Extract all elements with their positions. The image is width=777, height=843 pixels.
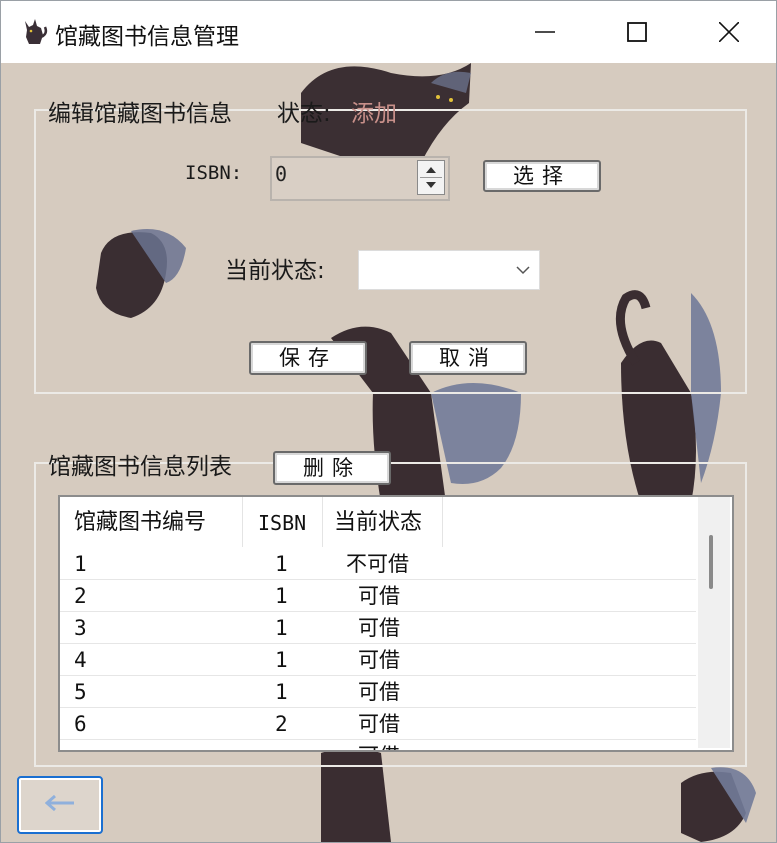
table-row[interactable]: 1 1 不可借 (60, 548, 696, 580)
column-header-id[interactable]: 馆藏图书编号 (74, 497, 206, 547)
cell-id: 3 (74, 616, 87, 640)
scrollbar-thumb[interactable] (709, 535, 713, 589)
cell-status: 可借 (358, 742, 400, 750)
table-row[interactable]: 6 2 可借 (60, 708, 696, 740)
cell-isbn: 2 (275, 712, 288, 736)
table-row[interactable]: 4 1 可借 (60, 644, 696, 676)
cell-status: 可借 (358, 680, 400, 704)
window-content: 编辑馆藏图书信息 状态: 添加 ISBN: 0 选择 当前状态: 保存 取消 馆… (1, 63, 776, 842)
cell-isbn: 1 (275, 552, 288, 576)
delete-button[interactable]: 删除 (273, 451, 391, 485)
cell-id: 2 (74, 584, 87, 608)
close-button[interactable] (683, 1, 775, 63)
current-status-label: 当前状态: (225, 258, 325, 284)
column-header-status[interactable]: 当前状态 (334, 497, 422, 547)
chevron-down-icon (516, 266, 530, 275)
table-row[interactable]: 5 1 可借 (60, 676, 696, 708)
maximize-icon (627, 22, 647, 42)
cancel-button[interactable]: 取消 (409, 341, 527, 375)
cell-status: 可借 (358, 584, 400, 608)
table-row[interactable]: 2 1 可借 (60, 580, 696, 612)
book-table[interactable]: 馆藏图书编号 ISBN 当前状态 1 1 不可借 2 1 可借 3 1 可借 4… (58, 495, 734, 752)
status-label: 状态: (277, 101, 331, 127)
cell-id: 4 (74, 648, 87, 672)
current-status-combobox[interactable] (358, 250, 540, 290)
spin-down-icon[interactable] (426, 182, 436, 188)
cell-status: 可借 (358, 712, 400, 736)
cell-id: 1 (74, 552, 87, 576)
spin-arrows[interactable] (417, 160, 445, 195)
save-button[interactable]: 保存 (249, 341, 367, 375)
maximize-button[interactable] (591, 1, 683, 63)
column-header-isbn[interactable]: ISBN (258, 497, 306, 547)
main-window: 馆藏图书信息管理 编辑馆藏图书信息 状态: 添加 ISBN: 0 选择 当前状态… (0, 0, 777, 843)
isbn-label: ISBN: (185, 162, 243, 184)
cell-isbn: 1 (275, 616, 288, 640)
title-bar[interactable]: 馆藏图书信息管理 (1, 1, 776, 63)
close-icon (719, 22, 739, 42)
isbn-value: 0 (275, 162, 288, 186)
vertical-scrollbar[interactable] (698, 497, 730, 748)
back-button[interactable] (17, 776, 103, 834)
minimize-icon (535, 31, 555, 33)
select-button[interactable]: 选择 (483, 160, 601, 192)
edit-group-legend: 编辑馆藏图书信息 (48, 101, 232, 127)
status-value: 添加 (351, 101, 397, 127)
spin-up-icon[interactable] (426, 167, 436, 173)
table-row[interactable]: 3 1 可借 (60, 612, 696, 644)
cell-id: 6 (74, 712, 87, 736)
black-cat-icon (21, 17, 49, 47)
cell-status: 可借 (358, 616, 400, 640)
cell-status: 不可借 (346, 552, 409, 576)
arrow-left-icon (45, 795, 74, 811)
table-row[interactable]: 可借 (60, 740, 696, 750)
cell-id: 5 (74, 680, 87, 704)
cell-isbn: 1 (275, 680, 288, 704)
isbn-spinbox[interactable]: 0 (270, 156, 450, 201)
list-group-legend: 馆藏图书信息列表 (48, 454, 232, 480)
minimize-button[interactable] (499, 1, 591, 63)
window-title: 馆藏图书信息管理 (55, 24, 239, 50)
cell-isbn: 1 (275, 584, 288, 608)
cell-status: 可借 (358, 648, 400, 672)
cell-isbn: 1 (275, 648, 288, 672)
